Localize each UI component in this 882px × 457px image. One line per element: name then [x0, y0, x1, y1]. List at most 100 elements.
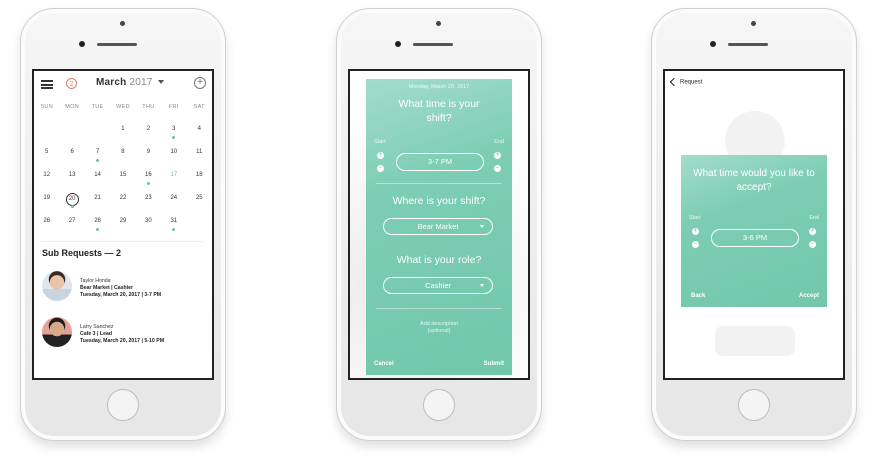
calendar-day[interactable]: 2: [136, 124, 161, 147]
request-place: Bear Market | Cashier: [80, 285, 134, 291]
end-decrement-button[interactable]: −: [809, 241, 816, 248]
calendar-day[interactable]: 11: [187, 147, 212, 170]
shift-form-screen: Monday, March 20, 2017 What time is your…: [348, 69, 530, 380]
calendar-day[interactable]: 27: [59, 216, 84, 239]
add-icon[interactable]: +: [194, 77, 206, 89]
day-number: 9: [146, 149, 151, 155]
calendar-header: 2 March 2017 +: [34, 77, 212, 93]
calendar-day[interactable]: 26: [34, 216, 59, 239]
calendar-day[interactable]: 21: [85, 193, 110, 216]
request-item[interactable]: Taylor Honda Bear Market | Cashier Tuesd…: [42, 271, 212, 303]
calendar-day[interactable]: 9: [136, 147, 161, 170]
day-number: 27: [68, 218, 76, 224]
notification-badge[interactable]: 2: [66, 78, 77, 89]
speaker: [97, 43, 137, 46]
calendar-day[interactable]: 14: [85, 170, 110, 193]
end-increment-button[interactable]: +: [494, 152, 501, 159]
question-time: What time is your shift?: [398, 98, 480, 124]
day-of-week-label: THU: [142, 104, 155, 110]
calendar-day[interactable]: 13: [59, 170, 84, 193]
calendar-day[interactable]: 12: [34, 170, 59, 193]
avatar: [42, 317, 72, 347]
calendar-day[interactable]: 16: [136, 170, 161, 193]
calendar-day[interactable]: 19: [34, 193, 59, 216]
back-button[interactable]: Back: [691, 293, 705, 299]
calendar-day[interactable]: 30: [136, 216, 161, 239]
start-decrement-button[interactable]: −: [692, 241, 699, 248]
calendar-day[interactable]: 18: [187, 170, 212, 193]
role-select[interactable]: Cashier: [383, 277, 493, 294]
day-number: 23: [145, 195, 152, 201]
time-field[interactable]: 3-7 PM: [396, 153, 484, 171]
request-item[interactable]: Larry Sanchez Cafe 3 | Lead Tuesday, Mar…: [42, 317, 212, 349]
day-number: 2: [146, 126, 151, 132]
home-button[interactable]: [423, 389, 455, 421]
calendar-day[interactable]: 22: [110, 193, 135, 216]
event-dot-icon: [146, 182, 150, 185]
front-camera: [79, 41, 85, 47]
back-link[interactable]: Request: [669, 77, 702, 87]
day-of-week-label: SAT: [193, 104, 205, 110]
accept-button[interactable]: Accept: [799, 293, 819, 299]
calendar-day[interactable]: 3: [161, 124, 186, 147]
calendar-day[interactable]: 20: [59, 193, 84, 216]
calendar-day: [85, 124, 110, 147]
month-label: March: [96, 77, 127, 88]
calendar-day[interactable]: 25: [187, 193, 212, 216]
menu-icon[interactable]: [41, 80, 53, 89]
day-number: [92, 124, 103, 135]
calendar-day[interactable]: 29: [110, 216, 135, 239]
question-where: Where is your shift?: [392, 195, 486, 207]
chevron-down-icon: [480, 284, 484, 287]
end-increment-button[interactable]: +: [809, 228, 816, 235]
day-number: 8: [121, 149, 125, 155]
day-number: 16: [145, 172, 152, 178]
calendar-day[interactable]: 24: [161, 193, 186, 216]
days-of-week: SUN MON TUE WED THU FRI SAT: [34, 104, 212, 110]
chevron-left-icon: [669, 77, 679, 87]
calendar-week: 5 6 7 8 9 10 11: [34, 147, 212, 170]
start-increment-button[interactable]: +: [377, 152, 384, 159]
calendar-day[interactable]: 1: [110, 124, 135, 147]
location-select[interactable]: Bear Market: [383, 218, 493, 235]
start-increment-button[interactable]: +: [692, 228, 699, 235]
request-text: Taylor Honda Bear Market | Cashier Tuesd…: [80, 278, 161, 299]
day-number: 14: [94, 172, 101, 178]
calendar-day[interactable]: 4: [187, 124, 212, 147]
calendar-day[interactable]: 28: [85, 216, 110, 239]
day-number: [67, 124, 78, 135]
calendar-day[interactable]: 7: [85, 147, 110, 170]
description-input[interactable]: Add description (optional): [366, 321, 512, 335]
day-number: 28: [94, 218, 101, 224]
day-number: 30: [145, 218, 152, 224]
end-decrement-button[interactable]: −: [494, 165, 501, 172]
front-camera: [395, 41, 401, 47]
calendar-day[interactable]: 31: [161, 216, 186, 239]
calendar-day[interactable]: 17: [161, 170, 186, 193]
request-text: Larry Sanchez Cafe 3 | Lead Tuesday, Mar…: [80, 324, 164, 345]
request-time: Tuesday, March 20, 2017 | 5-10 PM: [80, 338, 165, 344]
submit-button[interactable]: Submit: [484, 361, 504, 367]
phone-calendar: 2 March 2017 + SUN MON TUE WED THU FRI SAT 123…: [20, 8, 226, 441]
calendar-day[interactable]: 8: [110, 147, 135, 170]
front-camera: [710, 41, 716, 47]
calendar-day[interactable]: 10: [161, 147, 186, 170]
calendar-week: 19 20 21 22 23 24 25: [34, 193, 212, 216]
time-field[interactable]: 3-6 PM: [711, 229, 799, 247]
cancel-button[interactable]: Cancel: [374, 361, 394, 367]
home-button[interactable]: [107, 389, 139, 421]
day-number: 31: [170, 218, 178, 224]
day-number: 21: [94, 195, 101, 201]
accept-card: What time would you like to accept? Star…: [681, 155, 827, 307]
calendar-day[interactable]: 15: [110, 170, 135, 193]
calendar-day[interactable]: 6: [59, 147, 84, 170]
calendar-day[interactable]: 5: [34, 147, 59, 170]
shift-date: Monday, March 20, 2017: [408, 84, 470, 90]
month-selector[interactable]: March 2017: [96, 77, 165, 88]
end-label: End: [494, 139, 504, 145]
start-decrement-button[interactable]: −: [377, 165, 384, 172]
home-button[interactable]: [738, 389, 770, 421]
location-value: Bear Market: [417, 222, 459, 231]
calendar-day[interactable]: 23: [136, 193, 161, 216]
shift-form-card: Monday, March 20, 2017 What time is your…: [366, 79, 512, 375]
